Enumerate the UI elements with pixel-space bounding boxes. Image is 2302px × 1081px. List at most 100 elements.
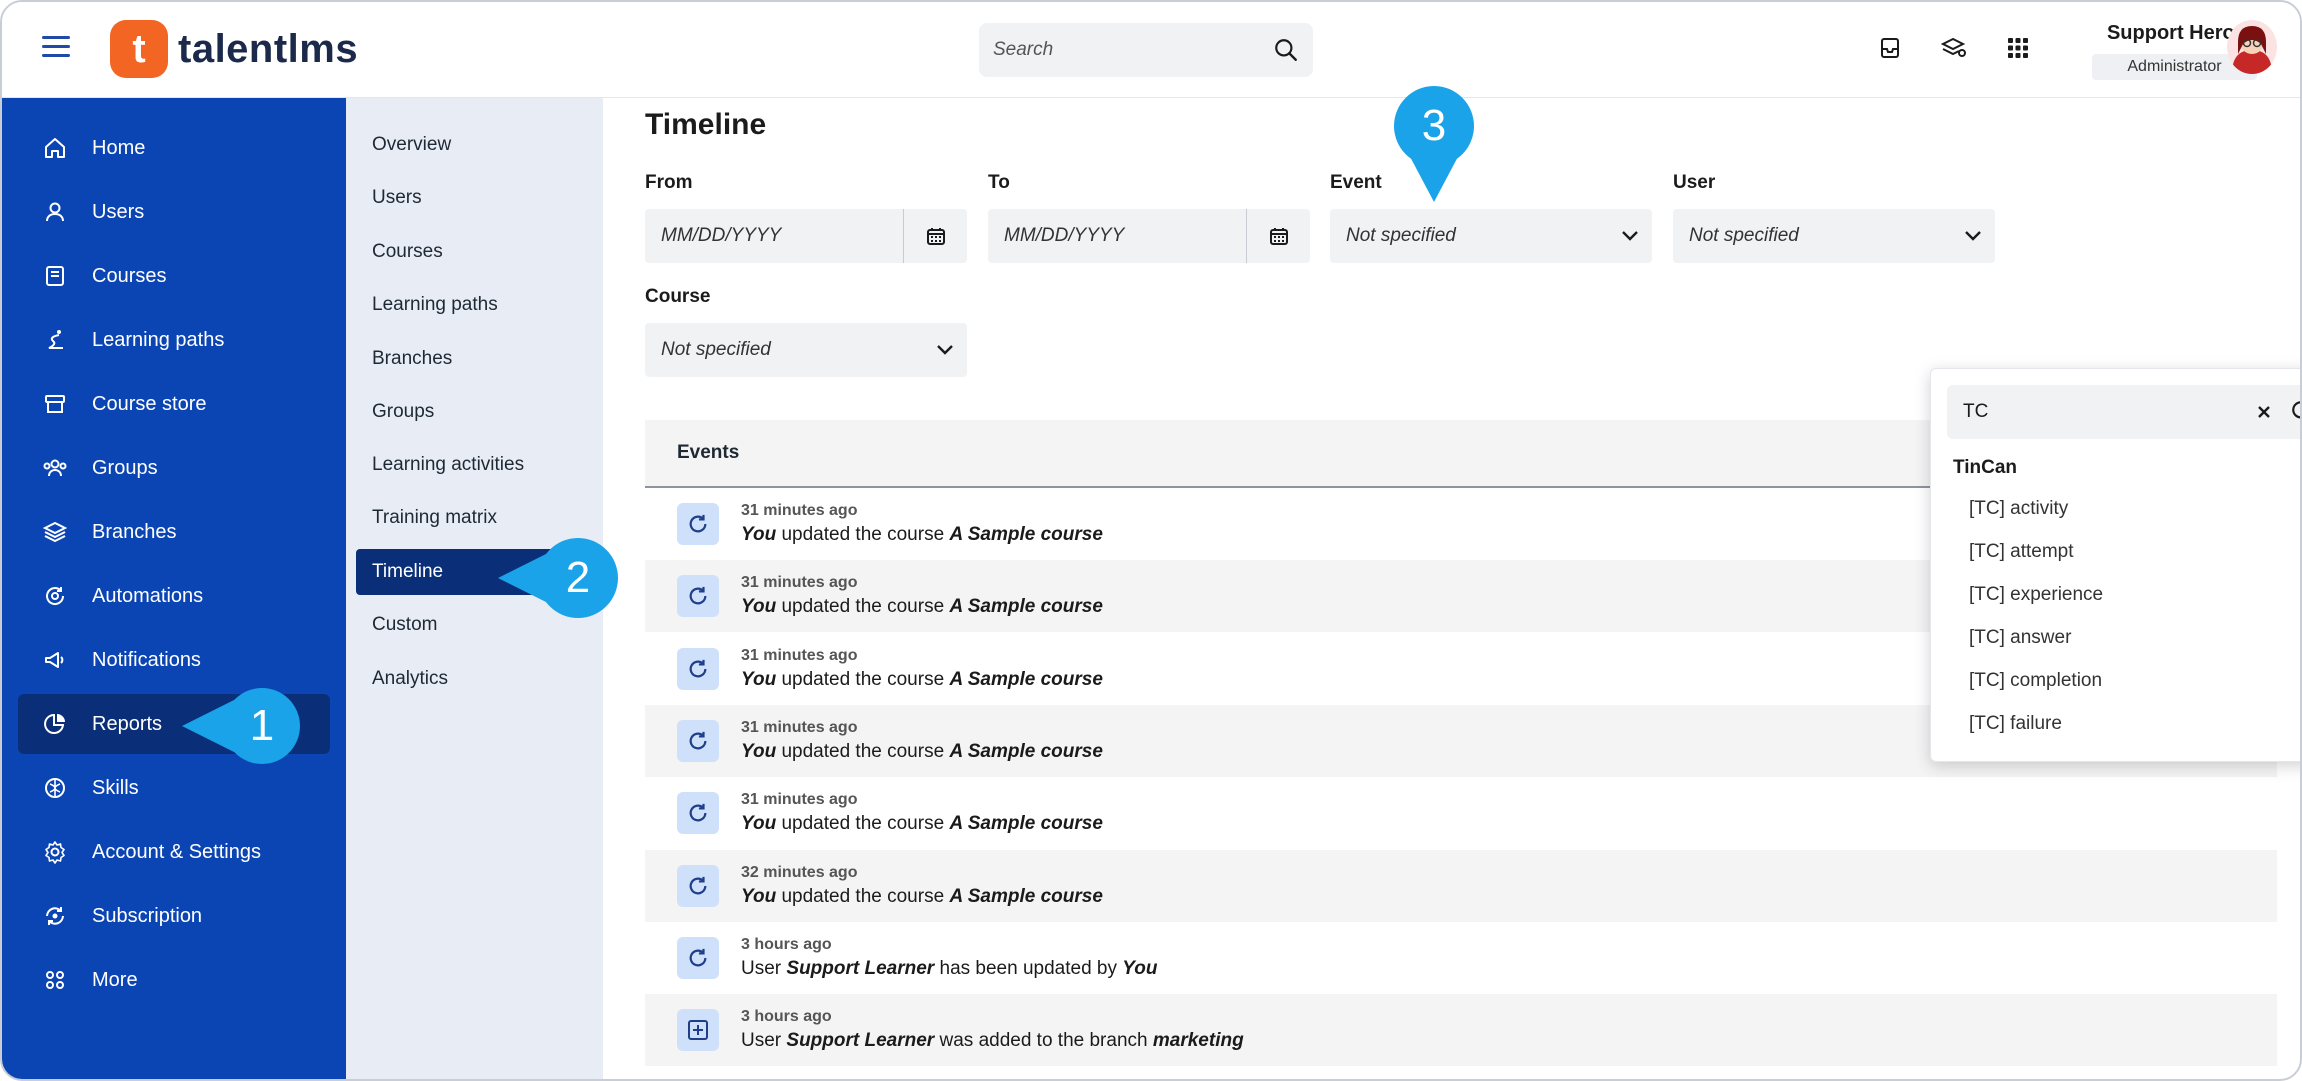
- talentlms-logo[interactable]: t talentlms: [110, 20, 358, 78]
- apps-grid-icon[interactable]: [2002, 32, 2034, 64]
- dropdown-option[interactable]: [TC] failure: [1969, 713, 2062, 735]
- event-time: 31 minutes ago: [741, 791, 858, 809]
- page-title: Timeline: [645, 108, 767, 141]
- event-text: updated the course: [776, 740, 950, 762]
- dropdown-search-input[interactable]: TC: [1947, 401, 2256, 423]
- dropdown-option[interactable]: [TC] completion: [1969, 670, 2102, 692]
- inbox-icon[interactable]: [1874, 32, 1906, 64]
- event-entity[interactable]: Support Learner: [786, 958, 934, 979]
- to-date-field[interactable]: MM/DD/YYYY: [988, 209, 1310, 263]
- subnav-item-training-matrix[interactable]: Training matrix: [356, 495, 590, 541]
- sidebar-item-label: Home: [92, 136, 146, 159]
- event-entity[interactable]: A Sample course: [949, 596, 1102, 617]
- course-select[interactable]: Not specified: [645, 323, 967, 377]
- app-window: t talentlms Support Heroes Administrator…: [0, 0, 2302, 1081]
- calendar-icon[interactable]: [903, 209, 967, 263]
- event-entity[interactable]: Support Learner: [786, 1030, 934, 1051]
- sidebar-item-label: Groups: [92, 456, 158, 479]
- global-search[interactable]: [979, 23, 1313, 77]
- sidebar-item-skills[interactable]: Skills: [18, 758, 330, 818]
- event-entity[interactable]: You: [741, 813, 776, 834]
- dropdown-search[interactable]: TC: [1947, 385, 2302, 439]
- sidebar-item-branches[interactable]: Branches: [18, 502, 330, 562]
- hamburger-menu-icon[interactable]: [42, 36, 70, 58]
- megaphone-icon: [40, 645, 70, 675]
- brain-icon: [40, 773, 70, 803]
- sidebar-item-learning-paths[interactable]: Learning paths: [18, 310, 330, 370]
- sidebar-item-course-store[interactable]: Course store: [18, 374, 330, 434]
- subnav-item-branches[interactable]: Branches: [356, 336, 590, 382]
- event-entity[interactable]: You: [741, 669, 776, 690]
- refresh-icon: [677, 792, 719, 835]
- dropdown-option[interactable]: [TC] answer: [1969, 627, 2071, 649]
- automation-icon: [40, 581, 70, 611]
- subnav-item-overview[interactable]: Overview: [356, 122, 590, 168]
- sidebar-item-courses[interactable]: Courses: [18, 246, 330, 306]
- dropdown-option[interactable]: [TC] experience: [1969, 584, 2103, 606]
- table-row[interactable]: 32 minutes ago You updated the course A S…: [645, 849, 2277, 922]
- user-select-value: Not specified: [1689, 225, 1799, 246]
- event-time: 31 minutes ago: [741, 574, 858, 592]
- event-entity[interactable]: A Sample course: [949, 524, 1102, 545]
- event-text: has been updated by: [934, 957, 1123, 979]
- table-row[interactable]: 3 hours ago User Support Learner was adde…: [645, 994, 2277, 1067]
- to-date-input[interactable]: MM/DD/YYYY: [988, 225, 1246, 247]
- search-icon[interactable]: [2290, 399, 2302, 425]
- subnav-item-courses[interactable]: Courses: [356, 229, 590, 275]
- sidebar-item-account-settings[interactable]: Account & Settings: [18, 822, 330, 882]
- event-entity[interactable]: marketing: [1153, 1030, 1244, 1051]
- avatar[interactable]: [2227, 20, 2277, 74]
- sidebar-item-more[interactable]: More: [18, 950, 330, 1010]
- event-entity[interactable]: You: [741, 886, 776, 907]
- subnav-item-groups[interactable]: Groups: [356, 389, 590, 435]
- event-dropdown: TC TinCan [TC] activity [TC] attempt [TC…: [1930, 368, 2302, 762]
- table-row[interactable]: 31 minutes ago You updated the course A S…: [645, 777, 2277, 849]
- subnav-item-users[interactable]: Users: [356, 175, 590, 221]
- event-select[interactable]: Not specified: [1330, 209, 1652, 263]
- sidebar-item-subscription[interactable]: Subscription: [18, 886, 330, 946]
- event-description: You updated the course A Sample course: [741, 524, 1103, 546]
- calendar-icon[interactable]: [1246, 209, 1310, 263]
- sidebar-item-notifications[interactable]: Notifications: [18, 630, 330, 690]
- from-date-input[interactable]: MM/DD/YYYY: [645, 225, 903, 247]
- event-entity[interactable]: You: [1122, 958, 1157, 979]
- subscription-icon: [40, 901, 70, 931]
- clear-icon[interactable]: [2256, 404, 2272, 420]
- refresh-icon: [677, 719, 719, 762]
- subnav-item-learning-paths[interactable]: Learning paths: [356, 282, 590, 328]
- sidebar-item-home[interactable]: Home: [18, 118, 330, 178]
- layers-settings-icon[interactable]: [1938, 32, 1970, 64]
- callout-2: 2: [538, 538, 618, 618]
- subnav-item-learning-activities[interactable]: Learning activities: [356, 442, 590, 488]
- logo-mark: t: [110, 20, 168, 78]
- sidebar-item-automations[interactable]: Automations: [18, 566, 330, 626]
- subnav-item-analytics[interactable]: Analytics: [356, 656, 590, 702]
- event-label: Event: [1330, 172, 1382, 193]
- event-entity[interactable]: A Sample course: [949, 741, 1102, 762]
- event-entity[interactable]: A Sample course: [949, 886, 1102, 907]
- event-entity[interactable]: A Sample course: [949, 813, 1102, 834]
- layers-icon: [40, 517, 70, 547]
- gear-icon: [40, 837, 70, 867]
- event-entity[interactable]: You: [741, 741, 776, 762]
- event-time: 31 minutes ago: [741, 646, 858, 664]
- search-icon[interactable]: [1273, 37, 1299, 63]
- user-label: User: [1673, 172, 1716, 193]
- to-label: To: [988, 172, 1010, 193]
- sidebar-item-label: More: [92, 968, 138, 991]
- sidebar-item-groups[interactable]: Groups: [18, 438, 330, 498]
- sidebar-item-label: Subscription: [92, 904, 203, 927]
- user-select[interactable]: Not specified: [1673, 209, 1995, 263]
- dropdown-option[interactable]: [TC] attempt: [1969, 541, 2074, 563]
- refresh-icon: [677, 647, 719, 690]
- event-entity[interactable]: A Sample course: [949, 669, 1102, 690]
- dropdown-option[interactable]: [TC] activity: [1969, 498, 2068, 520]
- event-entity[interactable]: You: [741, 596, 776, 617]
- event-entity[interactable]: You: [741, 524, 776, 545]
- table-row[interactable]: 3 hours ago User Support Learner has been…: [645, 922, 2277, 994]
- sidebar-item-label: Reports: [92, 712, 163, 735]
- sidebar-item-users[interactable]: Users: [18, 182, 330, 242]
- event-text: updated the course: [776, 885, 950, 907]
- search-input[interactable]: [993, 39, 1273, 61]
- from-date-field[interactable]: MM/DD/YYYY: [645, 209, 967, 263]
